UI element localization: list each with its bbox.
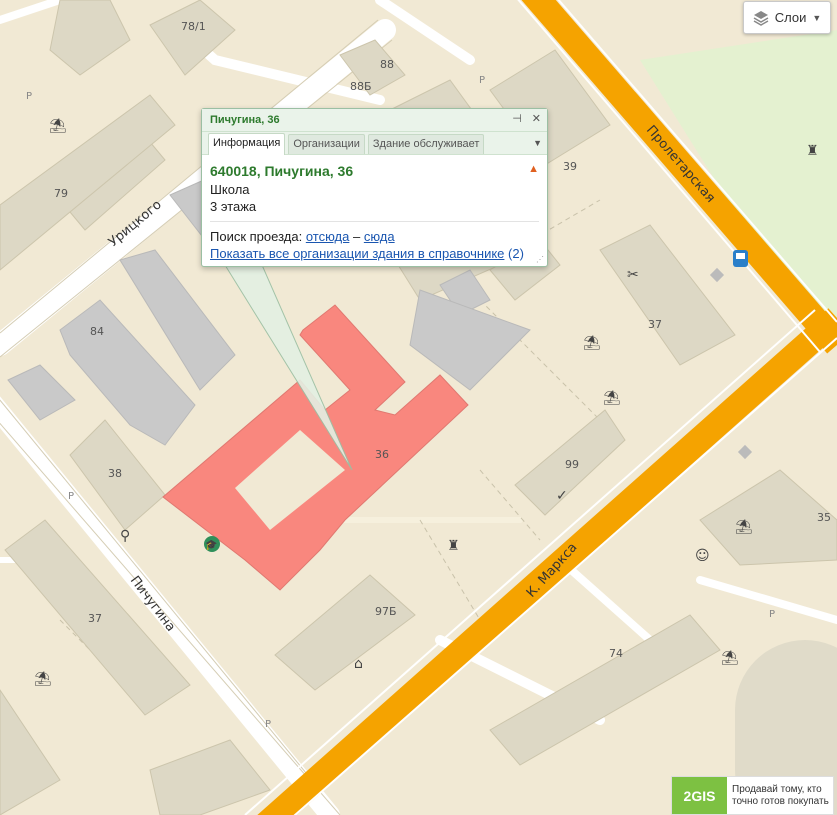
popup-tabs: Информация Организации Здание обслуживае… (202, 132, 547, 155)
route-to-link[interactable]: сюда (364, 229, 395, 244)
tabs-more-icon[interactable]: ▼ (533, 138, 542, 148)
house-number: 84 (90, 325, 104, 338)
playground-icon[interactable]: ⛱ (721, 650, 739, 666)
house-number: 88Б (350, 80, 372, 93)
parking-label: P (265, 719, 271, 730)
hotel-icon[interactable]: ⌂ (354, 656, 363, 672)
ad-line-2: точно готов покупать (732, 795, 829, 807)
house-number: 37 (88, 612, 102, 625)
building-type: Школа (210, 182, 250, 197)
parking-label: P (68, 491, 74, 502)
layers-button[interactable]: Слои ▼ (743, 1, 831, 34)
popup-header: Пичугина, 36 ⊣ ✕ (202, 109, 547, 132)
warning-icon[interactable]: ▲ (528, 163, 539, 179)
route-from-link[interactable]: отсюда (306, 229, 350, 244)
playground-icon[interactable]: ⛱ (583, 335, 601, 351)
clinic-icon[interactable]: ✓ (556, 488, 568, 504)
tab-information[interactable]: Информация (208, 133, 286, 155)
chevron-down-icon: ▼ (812, 12, 822, 23)
show-all-count[interactable]: (2) (508, 246, 524, 261)
parking-label: P (479, 75, 485, 86)
route-dash: – (352, 229, 361, 244)
divider (210, 221, 539, 222)
house-number: 78/1 (181, 20, 206, 33)
ad-banner[interactable]: 2GIS Продавай тому, кто точно готов поку… (671, 776, 834, 815)
bicycle-icon[interactable]: ⚲ (120, 528, 130, 544)
2gis-logo: 2GIS (672, 777, 727, 814)
playground-icon[interactable]: ⛱ (49, 118, 67, 134)
building-address: 640018, Пичугина, 36 (210, 163, 354, 179)
house-number: 39 (563, 160, 577, 173)
route-label: Поиск проезда: (210, 229, 303, 244)
svg-text:🎓: 🎓 (205, 539, 217, 551)
kindergarten-icon[interactable]: ☺ (695, 548, 710, 564)
layers-label: Слои (774, 10, 807, 25)
house-number: 36 (375, 448, 389, 461)
playground-icon[interactable]: ⛱ (603, 390, 621, 406)
house-number: 38 (108, 467, 122, 480)
house-number: 74 (609, 647, 623, 660)
popup-title: Пичугина, 36 (210, 114, 280, 126)
playground-icon[interactable]: ⛱ (735, 519, 753, 535)
parking-label: P (769, 609, 775, 620)
playground-icon[interactable]: ⛱ (34, 671, 52, 687)
tab-building-serves[interactable]: Здание обслуживает (367, 134, 485, 154)
monument-icon[interactable]: ♜ (447, 538, 460, 554)
resize-handle[interactable]: ⋰ (536, 255, 544, 264)
house-number: 97Б (375, 605, 397, 618)
house-number: 37 (648, 318, 662, 331)
house-number: 88 (380, 58, 394, 71)
pin-icon[interactable]: ⊣ (512, 112, 522, 125)
building-floors: 3 этажа (210, 199, 257, 214)
house-number: 79 (54, 187, 68, 200)
parking-label: P (26, 91, 32, 102)
house-number: 35 (817, 511, 831, 524)
layers-icon (753, 10, 769, 26)
building-popup: Пичугина, 36 ⊣ ✕ Информация Организации … (201, 108, 548, 267)
house-number: 99 (565, 458, 579, 471)
ad-line-1: Продавай тому, кто (732, 783, 822, 795)
hairdresser-icon[interactable]: ✂ (627, 267, 639, 283)
monument-icon[interactable]: ♜ (806, 143, 819, 159)
close-icon[interactable]: ✕ (532, 112, 541, 125)
show-all-orgs-link[interactable]: Показать все организации здания в справо… (210, 246, 504, 261)
tab-organizations[interactable]: Организации (288, 134, 365, 154)
